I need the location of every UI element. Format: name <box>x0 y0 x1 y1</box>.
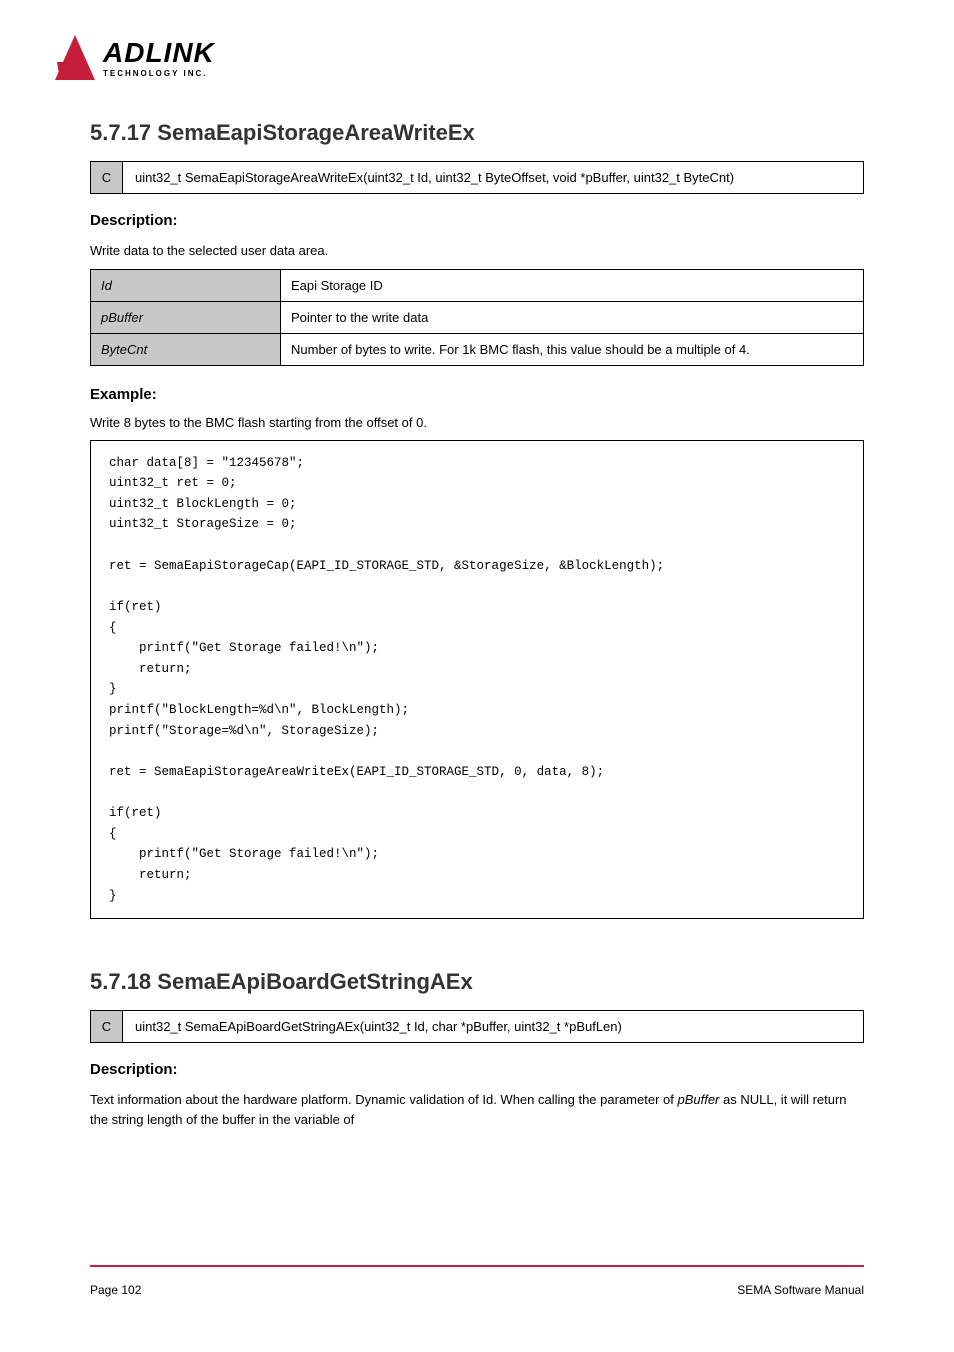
footer-divider <box>90 1265 864 1267</box>
section-1-title: 5.7.17 SemaEapiStorageAreaWriteEx <box>90 120 864 146</box>
description-heading-2: Description: <box>90 1061 864 1078</box>
footer-document-title: SEMA Software Manual <box>737 1283 864 1297</box>
syntax-lang-label: C <box>91 162 123 193</box>
description-text-1: Write data to the selected user data are… <box>90 241 864 261</box>
param-name-cell: pBuffer <box>91 301 281 333</box>
logo-text: ADLINK TECHNOLOGY INC. <box>103 37 215 78</box>
company-logo: ADLINK TECHNOLOGY INC. <box>55 35 215 80</box>
syntax-box-2: C uint32_t SemaEApiBoardGetStringAEx(uin… <box>90 1010 864 1043</box>
param-desc-cell: Pointer to the write data <box>281 301 864 333</box>
logo-sub-text: TECHNOLOGY INC. <box>103 69 215 78</box>
syntax-lang-label: C <box>91 1011 123 1042</box>
syntax-signature: uint32_t SemaEApiBoardGetStringAEx(uint3… <box>123 1011 863 1042</box>
syntax-box-1: C uint32_t SemaEapiStorageAreaWriteEx(ui… <box>90 161 864 194</box>
desc-part-1: Text information about the hardware plat… <box>90 1092 677 1107</box>
description-text-2: Text information about the hardware plat… <box>90 1090 864 1129</box>
code-example-1: char data[8] = "12345678"; uint32_t ret … <box>90 440 864 920</box>
section-2-title: 5.7.18 SemaEApiBoardGetStringAEx <box>90 969 864 995</box>
logo-icon <box>55 35 95 80</box>
description-heading-1: Description: <box>90 212 864 229</box>
param-name-cell: ByteCnt <box>91 333 281 365</box>
param-desc-cell: Eapi Storage ID <box>281 269 864 301</box>
example-heading-1: Example: <box>90 386 864 403</box>
table-row: pBuffer Pointer to the write data <box>91 301 864 333</box>
example-intro-1: Write 8 bytes to the BMC flash starting … <box>90 415 864 430</box>
logo-main-text: ADLINK <box>103 37 215 69</box>
param-name-cell: Id <box>91 269 281 301</box>
page-number: Page 102 <box>90 1283 141 1297</box>
table-row: Id Eapi Storage ID <box>91 269 864 301</box>
param-desc-cell: Number of bytes to write. For 1k BMC fla… <box>281 333 864 365</box>
main-content: 5.7.17 SemaEapiStorageAreaWriteEx C uint… <box>90 120 864 1137</box>
table-row: ByteCnt Number of bytes to write. For 1k… <box>91 333 864 365</box>
syntax-signature: uint32_t SemaEapiStorageAreaWriteEx(uint… <box>123 162 863 193</box>
desc-italic-param: pBuffer <box>677 1092 719 1107</box>
page-footer: Page 102 SEMA Software Manual <box>90 1283 864 1297</box>
parameter-table-1: Id Eapi Storage ID pBuffer Pointer to th… <box>90 269 864 366</box>
